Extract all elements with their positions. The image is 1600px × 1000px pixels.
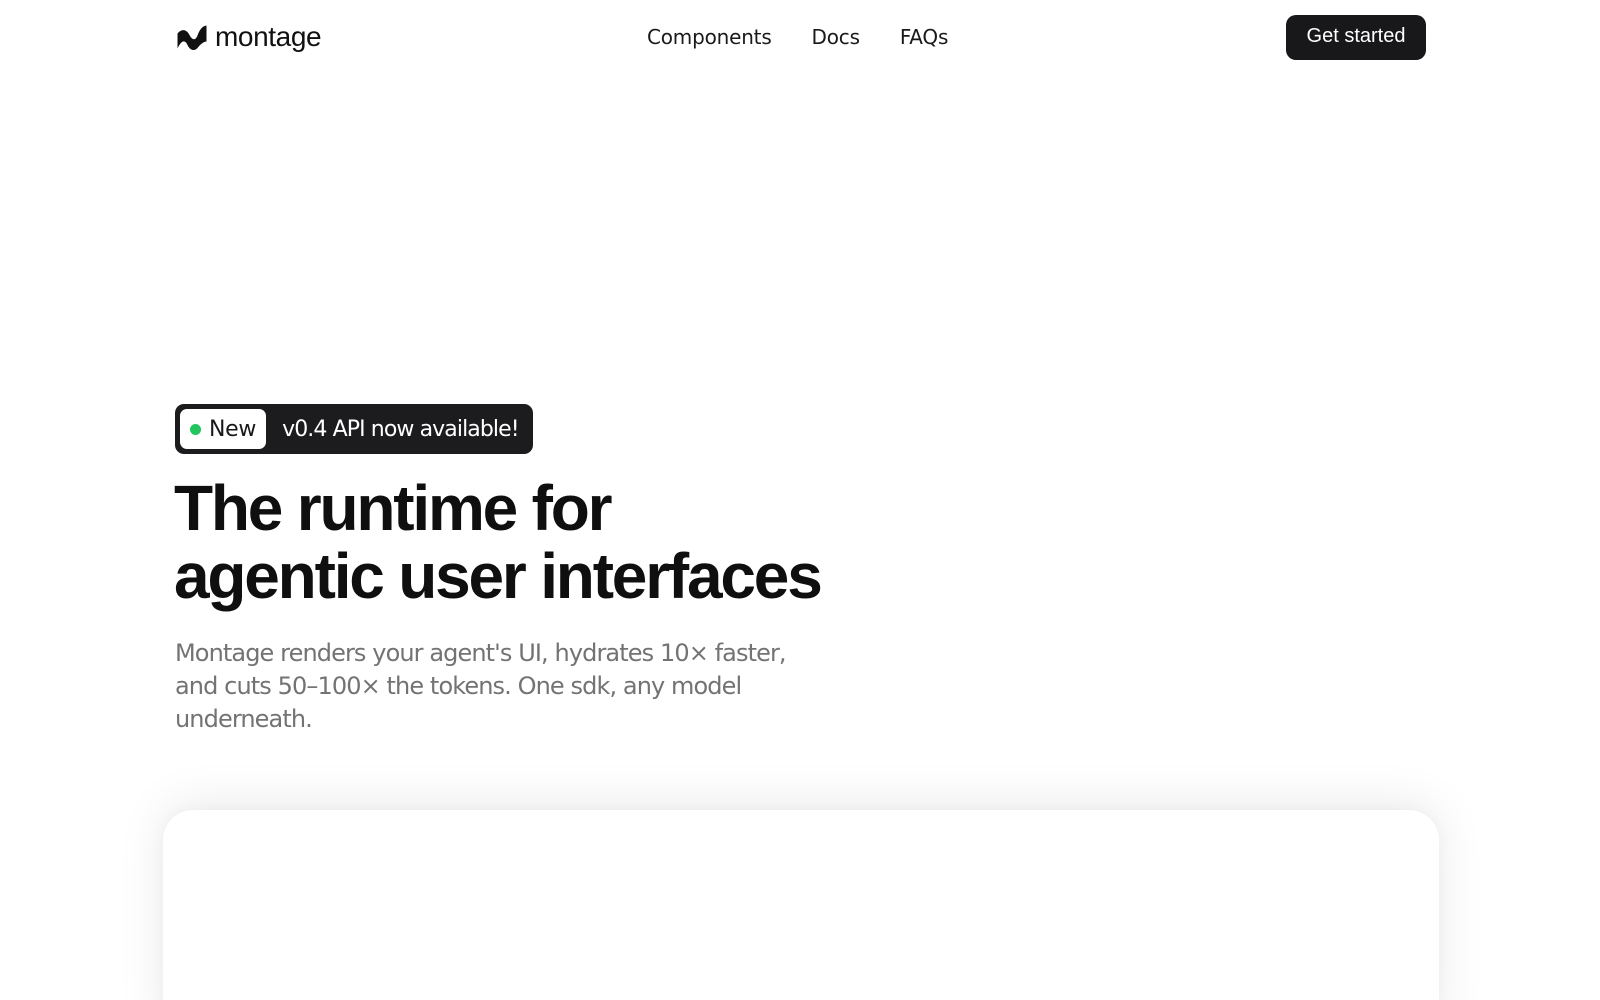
landing-page: montage Components Docs FAQs Get started… [0,0,1600,1000]
nav-link-docs[interactable]: Docs [812,25,860,49]
nav-link-faqs[interactable]: FAQs [900,25,949,49]
hero-headline-line-2: agentic user interfaces [174,540,823,612]
hero-headline-line-1: The runtime for [174,472,613,544]
primary-nav: Components Docs FAQs [647,20,948,54]
hero-subtext: Montage renders your agent's UI, hydrate… [175,639,787,733]
nav-link-components[interactable]: Components [647,25,772,49]
status-dot-icon [190,423,201,435]
new-badge-label: New [209,416,257,442]
get-started-button[interactable]: Get started [1286,15,1426,60]
announcement-banner[interactable]: New v0.4 API now available! [175,404,533,454]
new-badge: New [180,409,267,449]
brand-logo-link[interactable]: montage [176,18,322,56]
brand-name: montage [215,21,322,52]
announcement-text: v0.4 API now available! [282,416,520,442]
montage-wave-logo-icon [177,25,207,50]
hero-headline: The runtime for agentic user interfaces [174,472,823,612]
product-preview-card [163,810,1439,1000]
site-header: montage Components Docs FAQs Get started [0,0,1600,76]
